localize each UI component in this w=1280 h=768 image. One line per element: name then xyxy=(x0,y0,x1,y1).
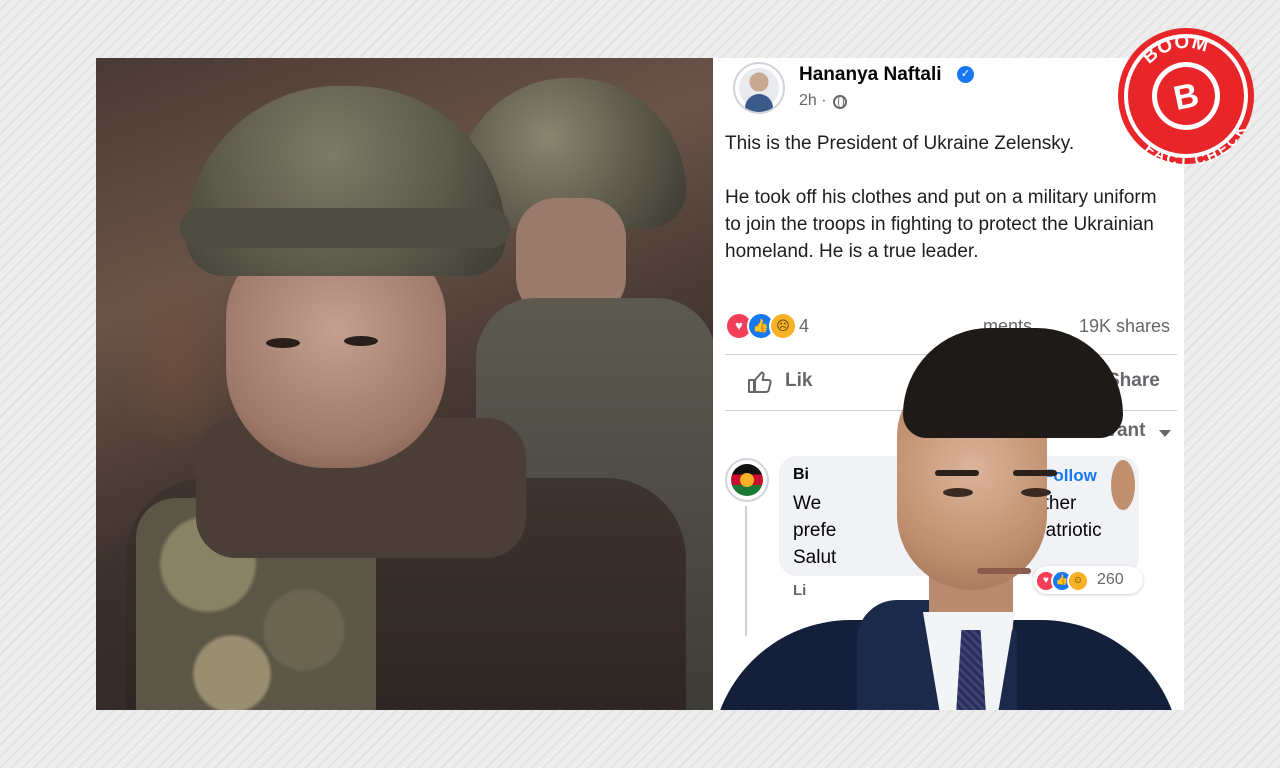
portrait-brow-left xyxy=(935,470,979,476)
post-body: This is the President of Ukraine Zelensk… xyxy=(725,130,1175,292)
boom-badge-graphic: BOOM FACT CHECK B xyxy=(1118,25,1256,168)
author-avatar[interactable] xyxy=(733,62,785,114)
zelensky-portrait xyxy=(707,320,1184,710)
soldier-eye-left xyxy=(266,338,300,348)
post-paragraph-2: He took off his clothes and put on a mil… xyxy=(725,187,1157,262)
soldier-eye-right xyxy=(344,336,378,346)
verified-badge-icon: ✓ xyxy=(957,66,974,83)
boom-fact-check-logo: BOOM FACT CHECK B xyxy=(1114,24,1258,168)
portrait-ear-right xyxy=(1111,460,1135,510)
portrait-eye-right xyxy=(1021,488,1051,497)
portrait-hair xyxy=(903,328,1123,438)
portrait-brow-right xyxy=(1013,470,1057,476)
post-timestamp[interactable]: 2h · xyxy=(799,92,827,110)
post-author-name[interactable]: Hananya Naftali xyxy=(799,64,942,86)
globe-icon xyxy=(833,95,847,109)
soldier-photo xyxy=(96,58,713,710)
soldier-helmet-brim xyxy=(180,208,510,248)
portrait-mouth xyxy=(977,568,1031,574)
portrait-eye-left xyxy=(943,488,973,497)
post-paragraph-1: This is the President of Ukraine Zelensk… xyxy=(725,133,1075,154)
composite-image: Hananya Naftali ✓ 2h · This is the Presi… xyxy=(96,58,1184,710)
